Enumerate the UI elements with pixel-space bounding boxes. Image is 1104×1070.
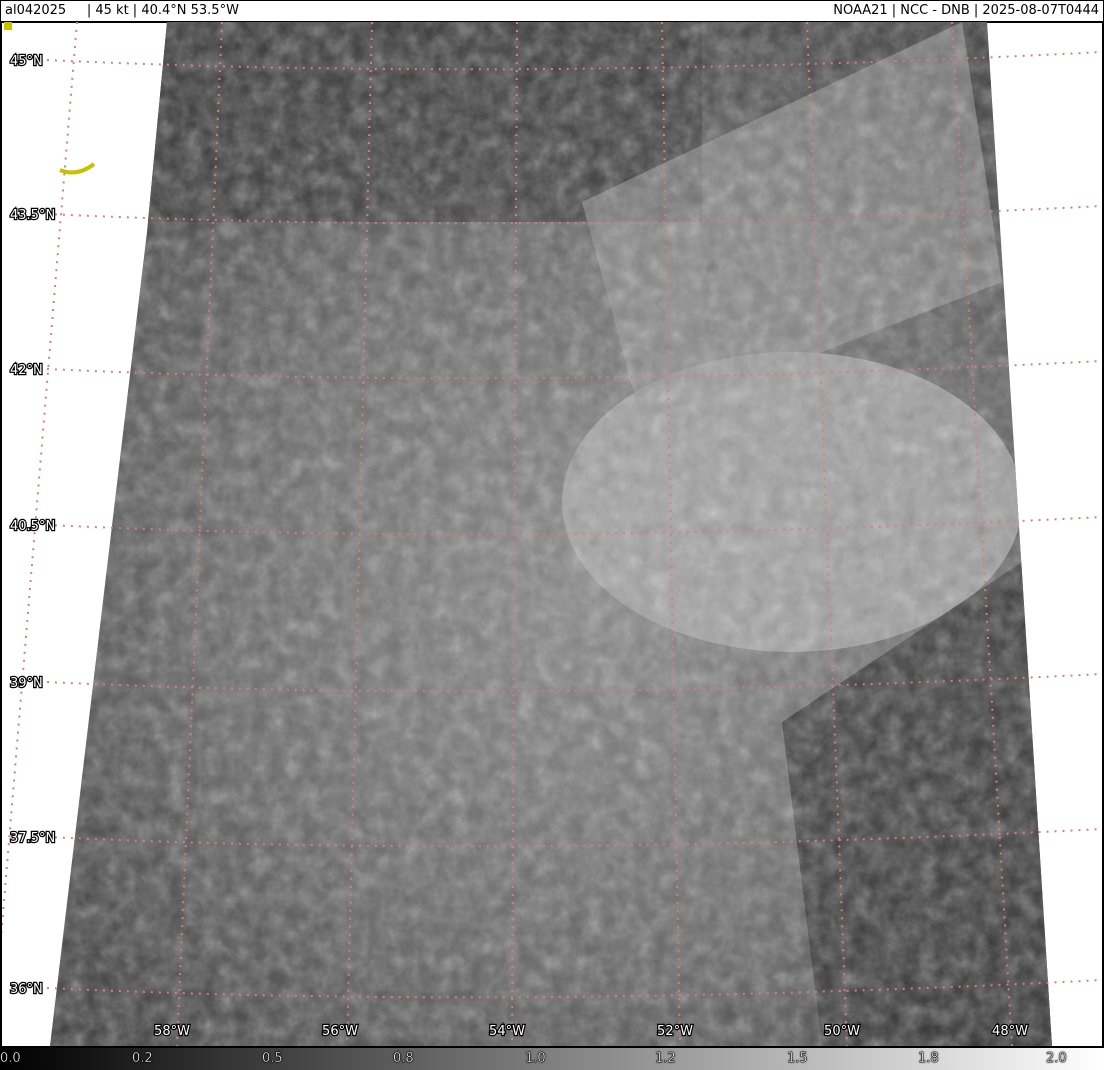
latitude-label: 39°N [10, 676, 43, 691]
colorbar-tick: 0.5 [262, 1051, 283, 1066]
latitude-label: 43.5°N [10, 208, 55, 223]
latitude-label: 45°N [10, 54, 43, 69]
colorbar-tick: 1.0 [525, 1051, 546, 1066]
colorbar-tick: 1.5 [787, 1051, 808, 1066]
track-marker [4, 22, 12, 30]
longitude-label: 52°W [657, 1024, 693, 1039]
longitude-line [0, 21, 78, 962]
latitude-label: 40.5°N [10, 519, 55, 534]
latitude-label: 36°N [10, 982, 43, 997]
longitude-label: 54°W [489, 1024, 525, 1039]
longitude-label: 48°W [992, 1024, 1028, 1039]
longitude-label: 50°W [824, 1024, 860, 1039]
colorbar: 0.0 0.2 0.5 0.8 1.0 1.2 1.5 1.8 2.0 [0, 1046, 1104, 1070]
colorbar-tick: 1.2 [655, 1051, 676, 1066]
sensor-info: NOAA21 | NCC - DNB | 2025-08-07T0444 [833, 3, 1099, 18]
colorbar-tick: 0.8 [393, 1051, 414, 1066]
map-canvas: 45°N 43.5°N 42°N 40.5°N 39°N 37.5°N 36°N 58°W 5… [0, 21, 1103, 1047]
colorbar-tick: 1.8 [918, 1051, 939, 1066]
longitude-label: 56°W [322, 1024, 358, 1039]
colorbar-tick: 2.0 [1046, 1051, 1067, 1066]
storm-track [59, 162, 96, 175]
latitude-label: 37.5°N [10, 831, 55, 846]
satellite-map: 45°N 43.5°N 42°N 40.5°N 39°N 37.5°N 36°N 58°W 5… [0, 21, 1104, 1047]
colorbar-tick: 0.0 [0, 1051, 21, 1066]
storm-info: al042025 | 45 kt | 40.4°N 53.5°W [5, 3, 239, 18]
longitude-label: 58°W [154, 1024, 190, 1039]
title-bar: al042025 | 45 kt | 40.4°N 53.5°W NOAA21 … [0, 0, 1104, 23]
latitude-label: 42°N [10, 363, 43, 378]
colorbar-tick: 0.2 [132, 1051, 153, 1066]
